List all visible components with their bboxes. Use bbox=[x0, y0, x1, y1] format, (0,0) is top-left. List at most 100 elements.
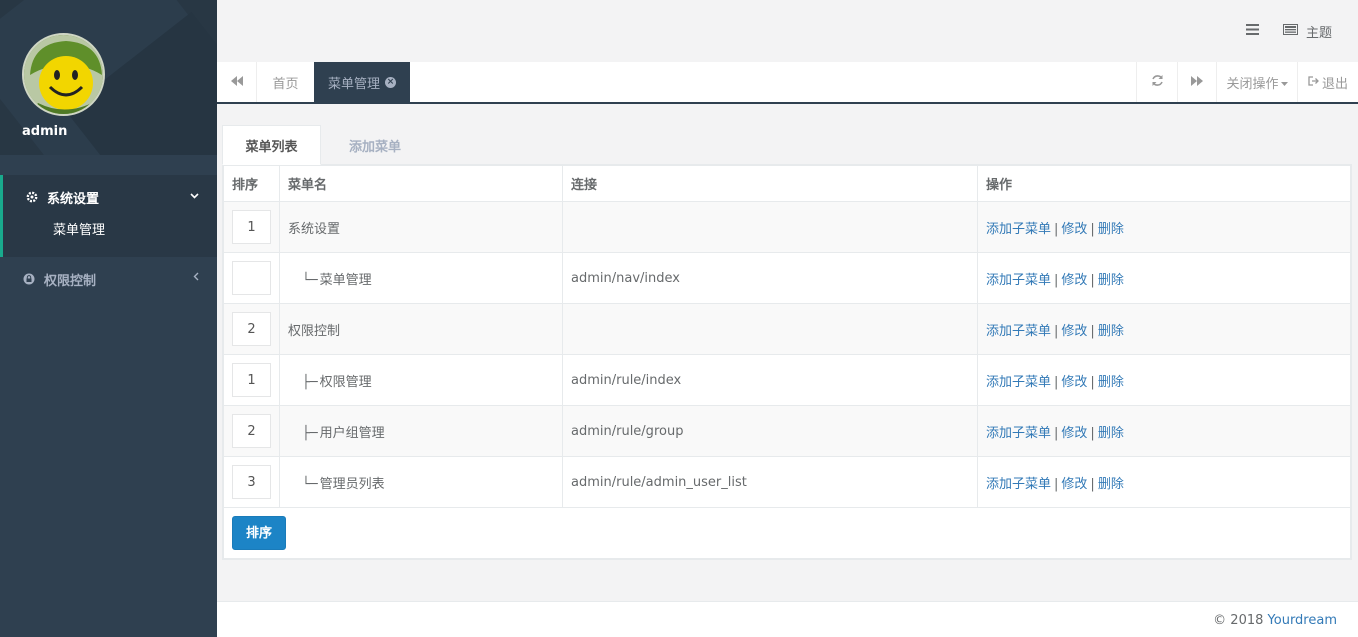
close-operations-dropdown[interactable]: 关闭操作 bbox=[1216, 62, 1297, 102]
column-header: 排序 bbox=[223, 165, 280, 202]
delete-link[interactable]: 删除 bbox=[1098, 222, 1124, 237]
backward-icon bbox=[230, 75, 243, 90]
tab-home[interactable]: 首页 bbox=[257, 62, 314, 102]
actions-cell: 添加子菜单 | 修改 | 删除 bbox=[977, 354, 1351, 406]
sidebar-item-label: 系统设置 bbox=[47, 191, 100, 207]
table-row: ├─用户组管理 admin/rule/group 添加子菜单|修改|删除 bbox=[223, 405, 1351, 457]
gear-icon bbox=[25, 190, 39, 204]
sign-out-icon bbox=[1308, 75, 1319, 90]
separator: | bbox=[1054, 272, 1059, 288]
theme-icon bbox=[1282, 24, 1298, 39]
page-tab-bar: 首页 菜单管理 × 关闭操作 退出 bbox=[217, 62, 1358, 104]
menu-table: 排序 菜单名 连接 操作 系统设置 添加子菜单|修改|删除 └─菜单管理 adm… bbox=[223, 165, 1351, 559]
add-child-menu-link[interactable]: 添加子菜单 bbox=[986, 477, 1051, 492]
actions-cell: 添加子菜单 | 修改 | 删除 bbox=[977, 456, 1351, 508]
menu-name: 权限控制 bbox=[288, 323, 341, 339]
order-input[interactable] bbox=[232, 363, 271, 397]
order-cell bbox=[223, 303, 280, 355]
tabs-scroll-right-button[interactable] bbox=[1177, 62, 1216, 102]
avatar[interactable] bbox=[22, 33, 105, 116]
brand-link[interactable]: Yourdream bbox=[1268, 613, 1337, 628]
order-input[interactable] bbox=[232, 312, 271, 346]
tab-menu-list[interactable]: 菜单列表 bbox=[222, 125, 321, 165]
edit-link[interactable]: 修改 bbox=[1061, 477, 1087, 492]
separator: | bbox=[1090, 323, 1095, 339]
order-cell bbox=[223, 201, 280, 253]
delete-link[interactable]: 删除 bbox=[1098, 477, 1124, 492]
tab-add-menu[interactable]: 添加菜单 bbox=[321, 125, 429, 165]
order-input[interactable] bbox=[232, 261, 271, 295]
edit-link[interactable]: 修改 bbox=[1061, 324, 1087, 339]
add-child-menu-link[interactable]: 添加子菜单 bbox=[986, 222, 1051, 237]
close-icon[interactable]: × bbox=[385, 76, 397, 88]
sidebar-subitem-menu-management[interactable]: 菜单管理 bbox=[53, 221, 217, 247]
delete-link[interactable]: 删除 bbox=[1098, 375, 1124, 390]
link-cell: admin/rule/index bbox=[562, 354, 978, 406]
column-header: 操作 bbox=[977, 165, 1351, 202]
name-cell: └─ 管理员列表 bbox=[279, 456, 563, 508]
menu-name: 用户组管理 bbox=[319, 425, 385, 441]
order-input[interactable] bbox=[232, 210, 271, 244]
separator: | bbox=[1054, 374, 1059, 390]
hamburger-button[interactable] bbox=[1245, 24, 1259, 39]
edit-link[interactable]: 修改 bbox=[1061, 375, 1087, 390]
separator: | bbox=[1090, 374, 1095, 390]
name-cell: ├─ 权限管理 bbox=[279, 354, 563, 406]
edit-link[interactable]: 修改 bbox=[1061, 222, 1087, 237]
add-child-menu-link[interactable]: 添加子菜单 bbox=[986, 426, 1051, 441]
sort-button[interactable]: 排序 bbox=[232, 516, 287, 550]
delete-link[interactable]: 删除 bbox=[1098, 426, 1124, 441]
order-cell bbox=[223, 354, 280, 406]
refresh-button[interactable] bbox=[1136, 62, 1177, 102]
separator: | bbox=[1054, 323, 1059, 339]
profile-username[interactable]: admin bbox=[22, 124, 67, 139]
delete-link[interactable]: 删除 bbox=[1098, 324, 1124, 339]
sidebar-submenu: 菜单管理 bbox=[3, 219, 217, 257]
link-cell: admin/rule/admin_user_list bbox=[562, 456, 978, 508]
name-cell: └─ 菜单管理 bbox=[279, 252, 563, 304]
tab-label: 首页 bbox=[272, 76, 299, 92]
tree-connector: └─ bbox=[302, 476, 318, 492]
tab-label: 菜单管理 bbox=[328, 76, 381, 92]
sidebar-item-permission-control[interactable]: 权限控制 bbox=[0, 257, 217, 301]
tabs-scroll-left-button[interactable] bbox=[217, 62, 257, 102]
link-cell bbox=[562, 201, 978, 253]
delete-link[interactable]: 删除 bbox=[1098, 273, 1124, 288]
table-row: 系统设置 添加子菜单|修改|删除 bbox=[223, 201, 1351, 253]
order-cell bbox=[223, 405, 280, 457]
edit-link[interactable]: 修改 bbox=[1061, 273, 1087, 288]
sidebar-group-system: 系统设置 菜单管理 bbox=[0, 175, 217, 257]
logout-button[interactable]: 退出 bbox=[1297, 62, 1358, 102]
order-cell bbox=[223, 252, 280, 304]
add-child-menu-link[interactable]: 添加子菜单 bbox=[986, 273, 1051, 288]
sidebar-item-label: 权限控制 bbox=[44, 273, 97, 289]
add-child-menu-link[interactable]: 添加子菜单 bbox=[986, 324, 1051, 339]
content-tabs: 菜单列表 添加菜单 bbox=[222, 125, 1352, 165]
tree-connector: └─ bbox=[302, 272, 318, 288]
table-header-row: 排序 菜单名 连接 操作 bbox=[223, 165, 1351, 202]
separator: | bbox=[1090, 272, 1095, 288]
table-footer-row: 排序 bbox=[223, 507, 1351, 559]
sidebar-group-permission: 权限控制 bbox=[0, 257, 217, 301]
edit-link[interactable]: 修改 bbox=[1061, 426, 1087, 441]
logout-label: 退出 bbox=[1321, 76, 1348, 92]
tree-connector: ├─ bbox=[302, 425, 318, 441]
sidebar-item-system-settings[interactable]: 系统设置 bbox=[3, 175, 217, 219]
link-cell: admin/rule/group bbox=[562, 405, 978, 457]
page-footer: © 2018 Yourdream bbox=[217, 601, 1358, 637]
copyright-text: © 2018 bbox=[1213, 613, 1264, 628]
tab-menu-management[interactable]: 菜单管理 × bbox=[314, 62, 411, 102]
table-row: └─ 菜单管理 admin/nav/index 添加子菜单 | 修改 | 删除 bbox=[223, 252, 1351, 304]
actions-cell: 添加子菜单 | 修改 | 删除 bbox=[977, 303, 1351, 355]
table-row: 权限控制 添加子菜单|修改|删除 bbox=[223, 303, 1351, 355]
menu-table-panel: 排序 菜单名 连接 操作 系统设置 添加子菜单|修改|删除 └─菜单管理 adm… bbox=[222, 165, 1352, 560]
order-input[interactable] bbox=[232, 414, 271, 448]
add-child-menu-link[interactable]: 添加子菜单 bbox=[986, 375, 1051, 390]
separator: | bbox=[1054, 476, 1059, 492]
order-input[interactable] bbox=[232, 465, 271, 499]
chevron-down-icon bbox=[190, 189, 199, 202]
menu-name: 管理员列表 bbox=[319, 476, 385, 492]
column-header: 菜单名 bbox=[279, 165, 563, 202]
theme-button[interactable]: 主题 bbox=[1282, 22, 1332, 41]
caret-down-icon bbox=[1280, 75, 1288, 90]
